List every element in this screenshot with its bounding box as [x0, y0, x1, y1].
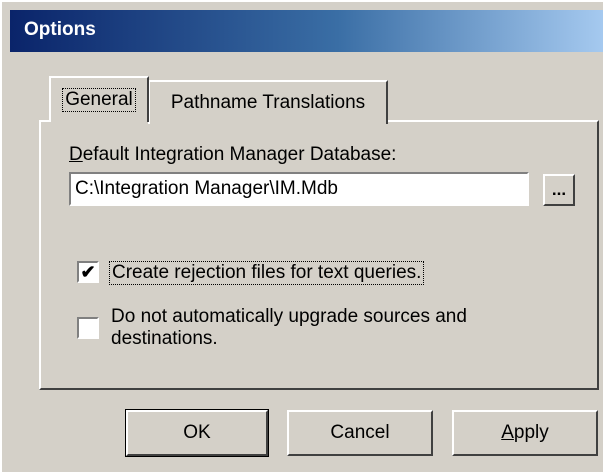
apply-label-rest: pply	[513, 422, 549, 443]
window-title: Options	[24, 19, 96, 40]
options-dialog: Options General Pathname Translations De…	[0, 0, 603, 472]
cancel-button[interactable]: Cancel	[287, 410, 433, 456]
title-bar[interactable]: Options	[10, 10, 603, 52]
tab-pathname-translations-label: Pathname Translations	[170, 92, 366, 113]
tab-pathname-translations[interactable]: Pathname Translations	[148, 80, 388, 124]
apply-accelerator: A	[501, 422, 514, 443]
ok-button[interactable]: OK	[125, 409, 269, 457]
tab-general[interactable]: General	[49, 76, 149, 122]
tab-general-label: General	[62, 88, 136, 112]
apply-button[interactable]: Apply	[452, 410, 598, 456]
general-tab-panel	[39, 120, 599, 390]
